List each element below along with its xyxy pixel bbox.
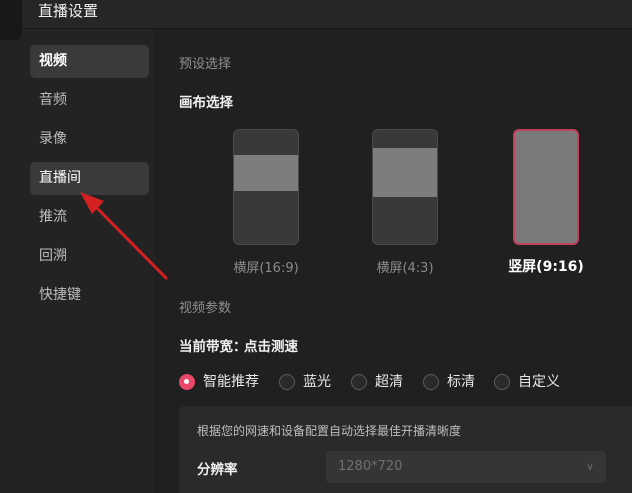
canvas-label-portrait-9-16: 竖屏(9:16) xyxy=(508,259,584,275)
radio-checked-icon xyxy=(179,374,195,390)
speed-test-link[interactable]: 点击测速 xyxy=(244,335,298,355)
canvas-option-landscape-16-9[interactable] xyxy=(233,129,299,245)
canvas-preview-area xyxy=(234,155,298,191)
radio-label: 智能推荐 xyxy=(203,374,259,390)
sidebar-item-shortcuts[interactable]: 快捷键 xyxy=(30,279,149,312)
resolution-label: 分辨率 xyxy=(197,462,238,478)
canvas-preview-area xyxy=(373,148,437,197)
window-title: 直播设置 xyxy=(38,2,99,20)
resolution-select[interactable]: 1280*720 ∨ xyxy=(326,451,606,483)
auto-quality-hint: 根据您的网速和设备配置自动选择最佳开播清晰度 xyxy=(197,424,462,438)
radio-label: 自定义 xyxy=(518,374,560,390)
canvas-label-landscape-16-9: 横屏(16:9) xyxy=(233,261,299,276)
preset-section-title: 预设选择 xyxy=(179,57,232,72)
canvas-selection-label: 画布选择 xyxy=(179,95,233,111)
sidebar-item-stream[interactable]: 推流 xyxy=(30,201,149,234)
radio-unchecked-icon xyxy=(423,374,439,390)
settings-content: 预设选择 画布选择 横屏(16:9) 横屏(4:3) 竖屏(9:16) 视频参数… xyxy=(157,29,632,493)
radio-unchecked-icon xyxy=(494,374,510,390)
radio-label: 蓝光 xyxy=(303,374,331,390)
sidebar-item-replay[interactable]: 回溯 xyxy=(30,240,149,273)
chevron-down-icon: ∨ xyxy=(585,460,594,473)
background-edge xyxy=(0,0,22,40)
radio-label: 超清 xyxy=(375,374,403,390)
radio-unchecked-icon xyxy=(351,374,367,390)
quality-detail-panel: 根据您的网速和设备配置自动选择最佳开播清晰度 分辨率 1280*720 ∨ xyxy=(179,406,632,493)
canvas-label-landscape-4-3: 横屏(4:3) xyxy=(376,261,434,276)
title-bar: 直播设置 xyxy=(22,0,632,29)
sidebar-item-live-room[interactable]: 直播间 xyxy=(30,162,149,195)
sidebar-item-recording[interactable]: 录像 xyxy=(30,123,149,156)
resolution-value: 1280*720 xyxy=(338,459,403,474)
sidebar-item-audio[interactable]: 音频 xyxy=(30,84,149,117)
canvas-option-landscape-4-3[interactable] xyxy=(372,129,438,245)
live-settings-window: 直播设置 视频 音频 录像 直播间 推流 回溯 快捷键 预设选择 画布选择 横屏… xyxy=(0,0,632,493)
canvas-option-portrait-9-16[interactable] xyxy=(513,129,579,245)
sidebar-item-video[interactable]: 视频 xyxy=(30,45,149,78)
settings-sidebar: 视频 音频 录像 直播间 推流 回溯 快捷键 xyxy=(22,29,157,493)
radio-unchecked-icon xyxy=(279,374,295,390)
video-params-section-title: 视频参数 xyxy=(179,301,232,316)
bandwidth-label: 当前带宽： xyxy=(179,339,247,355)
radio-label: 标清 xyxy=(447,374,475,390)
